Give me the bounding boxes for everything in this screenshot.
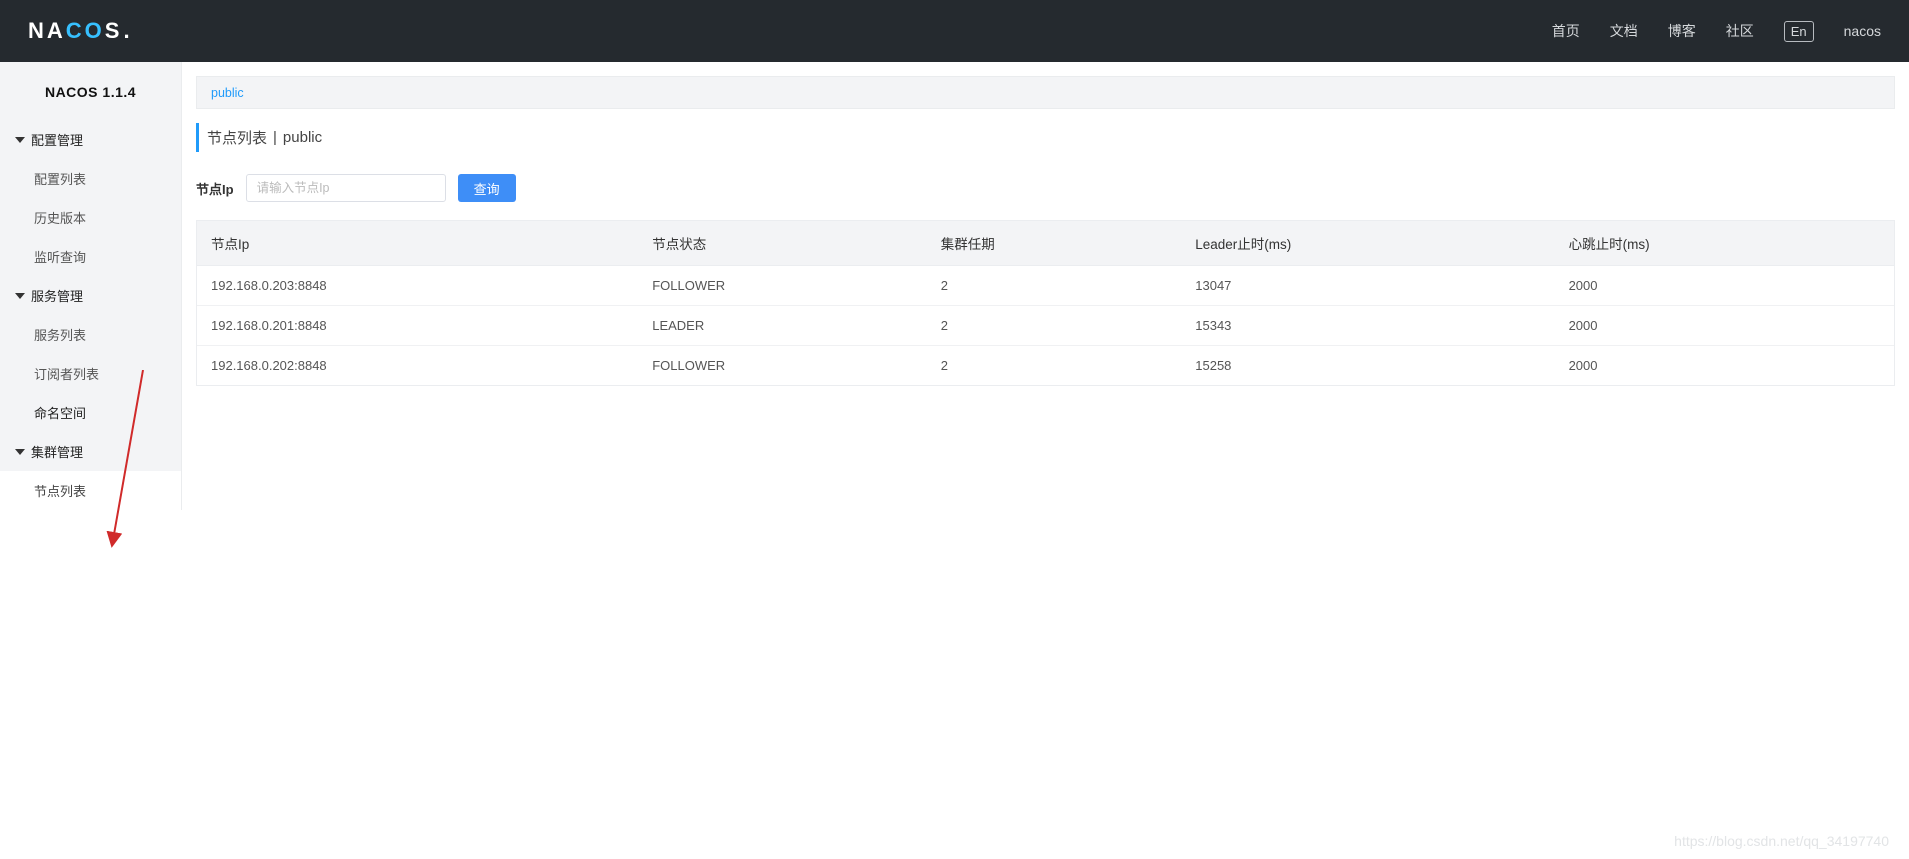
caret-down-icon	[15, 449, 25, 455]
nav-home[interactable]: 首页	[1552, 21, 1580, 41]
user-label[interactable]: nacos	[1844, 23, 1881, 39]
nav-docs[interactable]: 文档	[1610, 21, 1638, 41]
logo-letter-accent: C	[66, 18, 83, 44]
nav-group-label: 服务管理	[31, 286, 83, 305]
nav-group-config[interactable]: 配置管理	[0, 120, 181, 159]
table-row: 192.168.0.201:8848 LEADER 2 15343 2000	[197, 306, 1894, 346]
cell-ip: 192.168.0.202:8848	[197, 346, 638, 386]
nav-node-list[interactable]: 节点列表	[0, 471, 181, 510]
search-toolbar: 节点Ip 查询	[196, 174, 1895, 202]
nav-history[interactable]: 历史版本	[0, 198, 181, 237]
nav-blog[interactable]: 博客	[1668, 21, 1696, 41]
main-content: public 节点列表 | public 节点Ip 查询 节点Ip 节点状态 集…	[182, 62, 1909, 859]
nav-subscribers[interactable]: 订阅者列表	[0, 354, 181, 393]
cell-heartbeat: 2000	[1555, 266, 1894, 306]
caret-down-icon	[15, 137, 25, 143]
tab-public[interactable]: public	[211, 86, 244, 100]
nav-listen-query[interactable]: 监听查询	[0, 237, 181, 276]
cell-leader-due: 15258	[1181, 346, 1554, 386]
top-header: N A C O S . 首页 文档 博客 社区 En nacos	[0, 0, 1909, 62]
cell-ip: 192.168.0.203:8848	[197, 266, 638, 306]
nav-group-label: 集群管理	[31, 442, 83, 461]
logo-dot: .	[123, 18, 130, 44]
cell-state: FOLLOWER	[638, 266, 926, 306]
nav-group-label: 配置管理	[31, 130, 83, 149]
th-state: 节点状态	[638, 221, 926, 266]
namespace-tabs: public	[196, 76, 1895, 109]
table-header-row: 节点Ip 节点状态 集群任期 Leader止时(ms) 心跳止时(ms)	[197, 221, 1894, 266]
nav-community[interactable]: 社区	[1726, 21, 1754, 41]
caret-down-icon	[15, 293, 25, 299]
nav-group-cluster[interactable]: 集群管理	[0, 432, 181, 471]
ip-input[interactable]	[246, 174, 446, 202]
cell-state: LEADER	[638, 306, 926, 346]
cell-state: FOLLOWER	[638, 346, 926, 386]
sidebar-title: NACOS 1.1.4	[0, 62, 181, 120]
page-title-text: 节点列表	[207, 127, 267, 148]
nav-config-list[interactable]: 配置列表	[0, 159, 181, 198]
logo: N A C O S .	[28, 18, 131, 44]
header-nav: 首页 文档 博客 社区 En nacos	[1552, 21, 1881, 42]
logo-letter: N	[28, 18, 45, 44]
nav-service-list[interactable]: 服务列表	[0, 315, 181, 354]
ip-label: 节点Ip	[196, 179, 234, 198]
page-title-sep: |	[273, 129, 277, 146]
nav-group-service[interactable]: 服务管理	[0, 276, 181, 315]
node-table: 节点Ip 节点状态 集群任期 Leader止时(ms) 心跳止时(ms) 192…	[196, 220, 1895, 386]
table-row: 192.168.0.202:8848 FOLLOWER 2 15258 2000	[197, 346, 1894, 386]
cell-leader-due: 15343	[1181, 306, 1554, 346]
logo-letter: S	[105, 18, 121, 44]
th-leader-due: Leader止时(ms)	[1181, 221, 1554, 266]
th-heartbeat: 心跳止时(ms)	[1555, 221, 1894, 266]
th-ip: 节点Ip	[197, 221, 638, 266]
cell-term: 2	[927, 266, 1182, 306]
logo-letter-accent: O	[85, 18, 103, 44]
logo-letter: A	[47, 18, 64, 44]
nav-namespace-label: 命名空间	[34, 403, 86, 422]
query-button[interactable]: 查询	[458, 174, 516, 202]
cell-leader-due: 13047	[1181, 266, 1554, 306]
nav-namespace[interactable]: 命名空间	[0, 393, 181, 432]
cell-term: 2	[927, 346, 1182, 386]
cell-ip: 192.168.0.201:8848	[197, 306, 638, 346]
cell-term: 2	[927, 306, 1182, 346]
sidebar: NACOS 1.1.4 配置管理 配置列表 历史版本 监听查询 服务管理 服务列…	[0, 62, 182, 510]
table-row: 192.168.0.203:8848 FOLLOWER 2 13047 2000	[197, 266, 1894, 306]
th-term: 集群任期	[927, 221, 1182, 266]
cell-heartbeat: 2000	[1555, 346, 1894, 386]
page-title: 节点列表 | public	[196, 123, 1895, 152]
lang-switch-button[interactable]: En	[1784, 21, 1814, 42]
page-title-scope: public	[283, 129, 322, 146]
cell-heartbeat: 2000	[1555, 306, 1894, 346]
